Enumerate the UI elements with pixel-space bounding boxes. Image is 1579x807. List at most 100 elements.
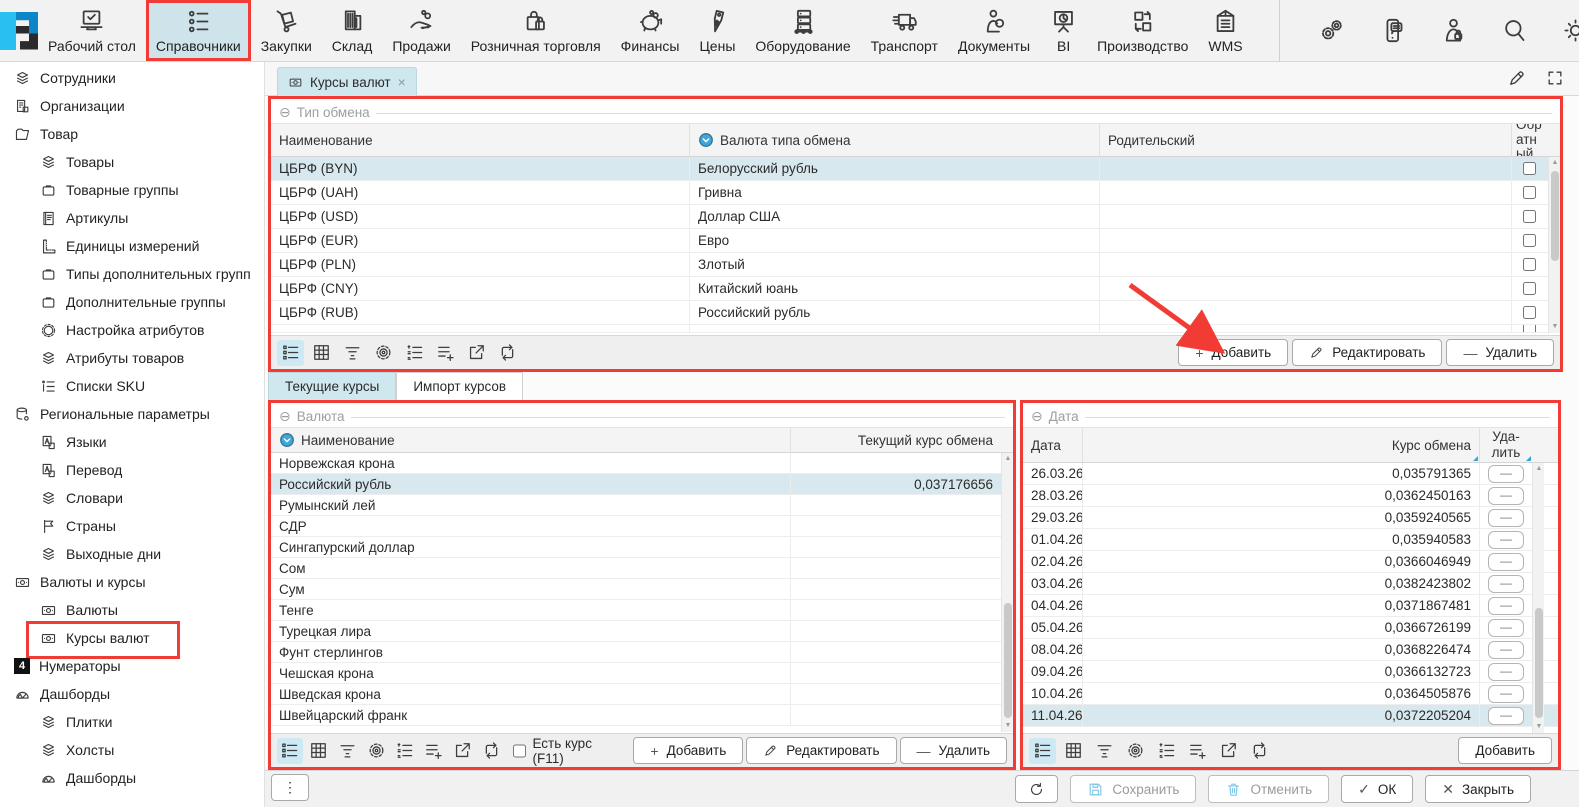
grid-view-icon[interactable]	[1060, 738, 1087, 764]
vertical-scrollbar[interactable]: ▲ ▼	[1548, 157, 1560, 333]
close-tab-icon[interactable]: ×	[398, 74, 406, 90]
refresh-button[interactable]	[1015, 775, 1058, 803]
numbered-list-icon[interactable]	[401, 340, 428, 366]
ribbon-item-bi[interactable]: BI	[1040, 0, 1087, 61]
sidebar-item-product-groups[interactable]: Товарные группы	[0, 176, 264, 204]
delete-rate-button[interactable]: —	[1488, 465, 1524, 483]
table-row[interactable]: ЦБРФ (PLN) Злотый	[271, 253, 1560, 277]
column-header-date[interactable]: Дата	[1023, 428, 1083, 462]
add-list-icon[interactable]	[421, 738, 447, 764]
delete-button[interactable]: —Удалить	[1446, 339, 1554, 366]
close-button[interactable]: ✕Закрыть	[1425, 775, 1531, 803]
vertical-scrollbar[interactable]: ▲ ▼	[1532, 463, 1544, 733]
scroll-up-icon[interactable]: ▲	[1549, 157, 1561, 169]
table-row[interactable]: Тенге	[271, 600, 1013, 621]
scroll-down-icon[interactable]: ▼	[1549, 321, 1561, 333]
table-row[interactable]: Сом	[271, 558, 1013, 579]
ribbon-item-sales[interactable]: Продажи	[382, 0, 460, 61]
collapse-icon[interactable]: ⊖	[279, 409, 291, 423]
search-icon[interactable]	[1501, 17, 1528, 44]
numbered-list-icon[interactable]	[1153, 738, 1180, 764]
table-row[interactable]: 02.04.260,0366046949—	[1023, 551, 1558, 573]
open-in-new-icon[interactable]	[450, 738, 476, 764]
grid-view-icon[interactable]	[306, 738, 332, 764]
sidebar-item-organizations[interactable]: Организации	[0, 92, 264, 120]
table-row[interactable]: Фунт стерлингов	[271, 642, 1013, 663]
ribbon-item-production[interactable]: Производство	[1087, 0, 1198, 61]
filter-icon[interactable]	[339, 340, 366, 366]
scrollbar-thumb[interactable]	[1004, 603, 1012, 718]
tab-current-rates[interactable]: Текущие курсы	[268, 372, 396, 400]
sidebar-item-regional-params[interactable]: Региональные параметры	[0, 400, 264, 428]
sidebar-item-translation[interactable]: Перевод	[0, 456, 264, 484]
table-row[interactable]: 09.04.260,0366132723—	[1023, 661, 1558, 683]
collapse-icon[interactable]: ⊖	[279, 105, 291, 119]
table-row[interactable]: 11.04.260,0372205204—	[1023, 705, 1558, 727]
list-view-icon[interactable]	[1029, 738, 1056, 764]
delete-rate-button[interactable]: —	[1488, 619, 1524, 637]
sidebar-item-sku-lists[interactable]: Списки SKU	[0, 372, 264, 400]
reverse-checkbox[interactable]	[1523, 186, 1536, 199]
column-header-rate[interactable]: Текущий курс обмена	[791, 428, 1001, 452]
sidebar-item-attribute-settings[interactable]: Настройка атрибутов	[0, 316, 264, 344]
fullscreen-icon[interactable]	[1545, 68, 1565, 88]
tab-import-rates[interactable]: Импорт курсов	[396, 372, 523, 400]
table-row[interactable]: 01.04.260,035940583—	[1023, 529, 1558, 551]
sidebar-item-dashboards-sub[interactable]: Дашборды	[0, 764, 264, 792]
ribbon-item-wms[interactable]: WMS	[1198, 0, 1252, 61]
table-row[interactable]: 05.04.260,0366726199—	[1023, 617, 1558, 639]
delete-rate-button[interactable]: —	[1488, 575, 1524, 593]
ribbon-item-warehouse[interactable]: Склад	[322, 0, 383, 61]
add-button[interactable]: +Добавить	[1178, 339, 1288, 366]
settings-icon[interactable]	[1318, 17, 1345, 44]
sidebar-item-holidays[interactable]: Выходные дни	[0, 540, 264, 568]
table-row[interactable]: ЦБРФ (USD) Доллар США	[271, 205, 1560, 229]
sidebar-item-currency-rates[interactable]: Курсы валют	[0, 624, 264, 652]
reverse-checkbox[interactable]	[1523, 210, 1536, 223]
sidebar-item-currencies[interactable]: Валюты	[0, 596, 264, 624]
table-row[interactable]: 26.03.260,035791365—	[1023, 463, 1558, 485]
add-button[interactable]: Добавить	[1458, 737, 1552, 764]
delete-rate-button[interactable]: —	[1488, 597, 1524, 615]
filter-icon[interactable]	[335, 738, 361, 764]
table-row[interactable]: 28.03.260,0362450163—	[1023, 485, 1558, 507]
reverse-checkbox[interactable]	[1523, 282, 1536, 295]
user-lock-icon[interactable]	[1440, 17, 1467, 44]
ribbon-item-retail[interactable]: Розничная торговля	[461, 0, 611, 61]
reverse-checkbox[interactable]	[1523, 162, 1536, 175]
tab-currency-rates[interactable]: Курсы валют ×	[277, 67, 417, 96]
table-row[interactable]: ЦБРФ (BYN) Белорусский рубль	[271, 157, 1560, 181]
sidebar-item-currencies-and-rates[interactable]: Валюты и курсы	[0, 568, 264, 596]
more-options-button[interactable]: ⋮	[271, 774, 309, 801]
column-header-rate[interactable]: Курс обмена	[1083, 428, 1480, 462]
table-row[interactable]: 04.04.260,0371867481—	[1023, 595, 1558, 617]
cancel-button[interactable]: Отменить	[1208, 775, 1329, 803]
ribbon-item-finance[interactable]: Финансы	[611, 0, 690, 61]
open-in-new-icon[interactable]	[463, 340, 490, 366]
scrollbar-thumb[interactable]	[1535, 608, 1543, 718]
sidebar-item-extra-groups[interactable]: Дополнительные группы	[0, 288, 264, 316]
sidebar-item-numerators[interactable]: 4Нумераторы	[0, 652, 264, 680]
reverse-checkbox[interactable]	[1523, 258, 1536, 271]
reload-icon[interactable]	[478, 738, 504, 764]
ribbon-item-prices[interactable]: Цены	[689, 0, 745, 61]
sidebar-item-extra-group-types[interactable]: Типы дополнительных групп	[0, 260, 264, 288]
theme-icon[interactable]	[1562, 17, 1579, 44]
sidebar-item-tiles[interactable]: Плитки	[0, 708, 264, 736]
table-row[interactable]: ЦБРФ (CNY) Китайский юань	[271, 277, 1560, 301]
column-header-parent[interactable]: Родительский	[1100, 124, 1512, 156]
column-header-name[interactable]: Наименование	[271, 124, 690, 156]
ribbon-item-documents[interactable]: Документы	[948, 0, 1040, 61]
edit-button[interactable]: Редактировать	[1292, 339, 1442, 366]
feedback-icon[interactable]	[1379, 17, 1406, 44]
vertical-scrollbar[interactable]: ▲ ▼	[1001, 453, 1013, 732]
sidebar-item-canvases[interactable]: Холсты	[0, 736, 264, 764]
open-in-new-icon[interactable]	[1215, 738, 1242, 764]
table-row[interactable]: Шведская крона	[271, 684, 1013, 705]
table-row[interactable]: ЦБРФ (EUR) Евро	[271, 229, 1560, 253]
edit-button[interactable]: Редактировать	[746, 737, 896, 764]
reverse-checkbox[interactable]	[1523, 234, 1536, 247]
sidebar-item-units[interactable]: Единицы измерений	[0, 232, 264, 260]
sidebar-item-dictionaries[interactable]: Словари	[0, 484, 264, 512]
table-row[interactable]: ЦБРФ (RUB) Российский рубль	[271, 301, 1560, 325]
